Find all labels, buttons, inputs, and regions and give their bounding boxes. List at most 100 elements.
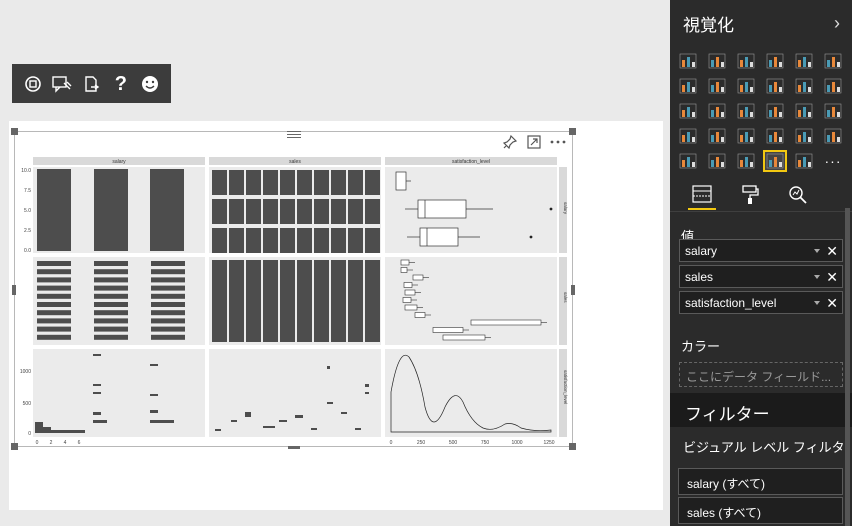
more-visual-icon[interactable]: ··· [821,150,845,172]
plot-box [404,289,416,296]
kpi-visual-icon[interactable] [821,125,845,147]
plot-bar [151,334,185,340]
remove-field-icon[interactable]: ✕ [826,244,838,258]
pane-title: 視覚化 [683,15,734,35]
clustered-column-visual-icon[interactable] [763,50,787,72]
globe-visual-icon[interactable] [792,150,816,172]
values-well: salary ✕ sales ✕ satisfaction_level ✕ [676,236,846,316]
treemap-visual-icon[interactable] [792,100,816,122]
plot-box [400,259,410,266]
stacked-bar-visual-icon[interactable] [676,50,700,72]
field-well-salary[interactable]: salary ✕ [679,239,843,262]
resize-handle-tr[interactable] [569,128,576,135]
clustered-bar-visual-icon[interactable] [734,50,758,72]
plot-bar [280,260,295,342]
plot-cell [212,228,227,253]
facet-label-salary: salary [112,159,126,165]
area-visual-icon[interactable] [705,75,729,97]
feedback-smiley-icon[interactable] [138,72,162,96]
facet-label-sat: satisfaction_level [452,159,490,165]
chevron-down-icon[interactable] [814,274,821,279]
pie-visual-icon[interactable] [734,100,758,122]
field-name: sales [685,269,714,284]
plot-box [414,312,426,318]
donut-visual-icon[interactable] [763,100,787,122]
plot-cell [280,170,295,195]
stacked-column-visual-icon[interactable] [705,50,729,72]
matrix-visual-icon[interactable] [734,150,758,172]
field-name: satisfaction_level [685,295,777,310]
multi-row-card-visual-icon[interactable] [792,125,816,147]
x-tick: 0 [36,440,39,446]
100-column-visual-icon[interactable] [821,50,845,72]
filter-card-salary[interactable]: salary (すべて) [678,468,843,495]
floating-toolbar: ? [12,64,171,103]
plot-bar [37,261,71,266]
plot-cell [263,199,278,224]
plot-cell [314,199,329,224]
plot-bar [94,269,128,275]
filled-map-visual-icon[interactable] [676,125,700,147]
chevron-down-icon[interactable] [814,248,821,253]
plot-bar [37,310,71,316]
ribbon-visual-icon[interactable] [821,75,845,97]
export-icon[interactable] [79,72,103,96]
line-visual-icon[interactable] [676,75,700,97]
field-well-satisfaction[interactable]: satisfaction_level ✕ [679,291,843,314]
resize-handle-bl[interactable] [11,443,18,450]
plot-bar [246,260,261,342]
resize-handle-tl[interactable] [11,128,18,135]
plot-box [412,274,424,281]
card-visual-icon[interactable] [763,125,787,147]
plot-cell [331,170,346,195]
fields-tab-icon[interactable] [688,180,716,210]
collapse-chevron-icon[interactable]: › [834,13,840,34]
y-tick: 0.0 [24,248,31,254]
r-script-visual-icon[interactable] [763,150,787,172]
table-visual-icon[interactable] [705,150,729,172]
gauge-visual-icon[interactable] [734,125,758,147]
r-script-visual[interactable]: salary sales satisfaction_level 10.0 7.5… [11,128,576,450]
stacked-area-visual-icon[interactable] [734,75,758,97]
plot-bar [331,260,346,342]
100-bar-visual-icon[interactable] [792,50,816,72]
x-tick: 6 [78,440,81,446]
resize-handle-bottom[interactable] [288,446,300,449]
pane-scrollbar[interactable] [845,208,850,526]
chevron-down-icon[interactable] [814,300,821,305]
field-well-sales[interactable]: sales ✕ [679,265,843,288]
plot-cell [246,170,261,195]
plot-cell [348,228,363,253]
slicer-visual-icon[interactable] [676,150,700,172]
resize-handle-left[interactable] [12,285,16,295]
help-icon[interactable]: ? [109,72,133,96]
scatter-visual-icon[interactable] [705,100,729,122]
plot-bar [37,302,71,307]
map-visual-icon[interactable] [821,100,845,122]
line-column-visual-icon[interactable] [763,75,787,97]
plot-bar [229,260,244,342]
remove-field-icon[interactable]: ✕ [826,270,838,284]
analytics-magnifier-icon[interactable] [784,180,812,210]
filter-card-sales[interactable]: sales (すべて) [678,497,843,524]
focus-mode-icon[interactable] [21,72,45,96]
filters-title: フィルター [670,393,852,427]
x-tick: 1000 [511,440,522,446]
comment-icon[interactable] [50,72,74,96]
color-drop-zone[interactable]: ここにデータ フィールド... [679,362,843,387]
plot-bar [94,277,128,283]
plot-bar [263,260,278,342]
plot-bar [37,277,71,283]
plot-bar [314,260,329,342]
waterfall-visual-icon[interactable] [676,100,700,122]
format-paint-roller-icon[interactable] [736,180,764,210]
resize-handle-br[interactable] [569,443,576,450]
remove-field-icon[interactable]: ✕ [826,296,838,310]
line-clustered-visual-icon[interactable] [792,75,816,97]
plot-bar [94,326,128,332]
facet-label-side-sat: satisfaction_level [563,370,568,404]
funnel-visual-icon[interactable] [705,125,729,147]
plot-box [442,334,486,341]
x-tick: 500 [449,440,458,446]
resize-handle-right[interactable] [571,285,575,295]
